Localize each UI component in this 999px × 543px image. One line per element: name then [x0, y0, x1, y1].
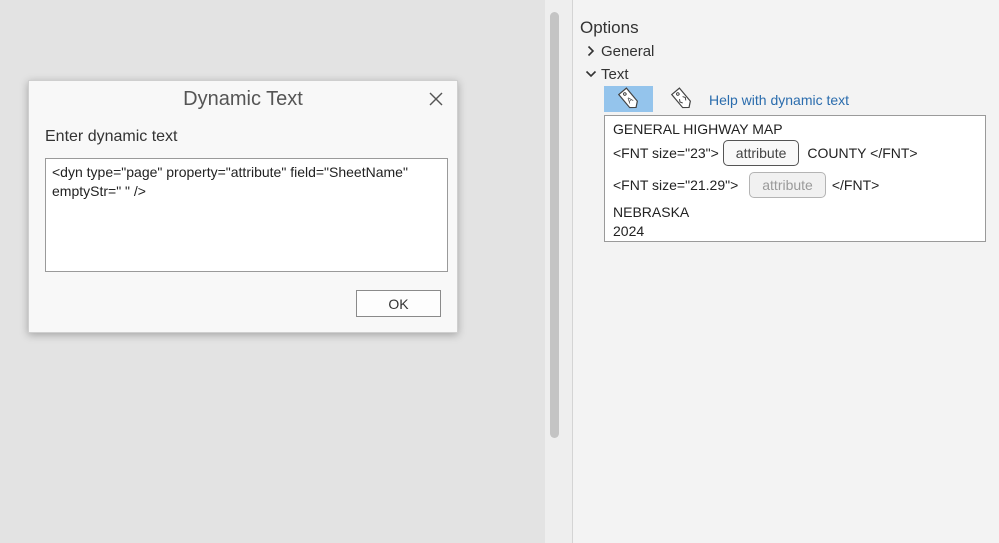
tag-code-icon: [670, 87, 691, 109]
editor-line-state: NEBRASKA: [613, 204, 690, 220]
enter-dynamic-text-label: Enter dynamic text: [45, 128, 178, 145]
editor-line-sheet: <FNT size="21.29"> attribute </FNT>: [613, 172, 879, 198]
close-icon: [429, 92, 443, 106]
help-dynamic-text-link[interactable]: Help with dynamic text: [709, 92, 849, 108]
fnt-close-tag: </FNT>: [831, 177, 880, 193]
close-button[interactable]: [425, 88, 447, 110]
code-tag-button[interactable]: [657, 86, 706, 112]
editor-line-title: GENERAL HIGHWAY MAP: [613, 121, 783, 137]
attribute-tag[interactable]: attribute: [722, 140, 800, 166]
county-text: COUNTY </FNT>: [807, 145, 918, 161]
tree-node-text-label: Text: [601, 65, 629, 83]
chevron-down-icon: [585, 70, 597, 78]
options-pane: Options General Text A Help with dynamic…: [573, 0, 999, 543]
tree-node-general[interactable]: General: [585, 41, 654, 61]
text-tag-button[interactable]: A: [604, 86, 653, 112]
scrollbar-thumb[interactable]: [550, 12, 559, 438]
editor-line-county: <FNT size="23"> attribute COUNTY </FNT>: [613, 140, 918, 166]
dynamic-text-editor[interactable]: GENERAL HIGHWAY MAP <FNT size="23"> attr…: [604, 115, 986, 242]
fnt-open-tag: <FNT size="23">: [613, 145, 719, 161]
tree-node-text[interactable]: Text: [585, 64, 629, 84]
editor-line-year: 2024: [613, 223, 645, 239]
attribute-tag-dim[interactable]: attribute: [749, 172, 826, 198]
pane-divider[interactable]: [565, 0, 573, 543]
fnt-open-tag-2: <FNT size="21.29">: [613, 177, 739, 193]
ok-button[interactable]: OK: [356, 290, 441, 317]
tag-text-icon: A: [617, 87, 638, 109]
chevron-right-icon: [587, 45, 595, 57]
options-title: Options: [580, 18, 639, 37]
dynamic-text-dialog: Dynamic Text Enter dynamic text <dyn typ…: [28, 80, 458, 333]
dialog-title: Dynamic Text: [183, 88, 303, 110]
tree-node-general-label: General: [601, 42, 655, 60]
dynamic-text-input[interactable]: <dyn type="page" property="attribute" fi…: [45, 158, 448, 272]
